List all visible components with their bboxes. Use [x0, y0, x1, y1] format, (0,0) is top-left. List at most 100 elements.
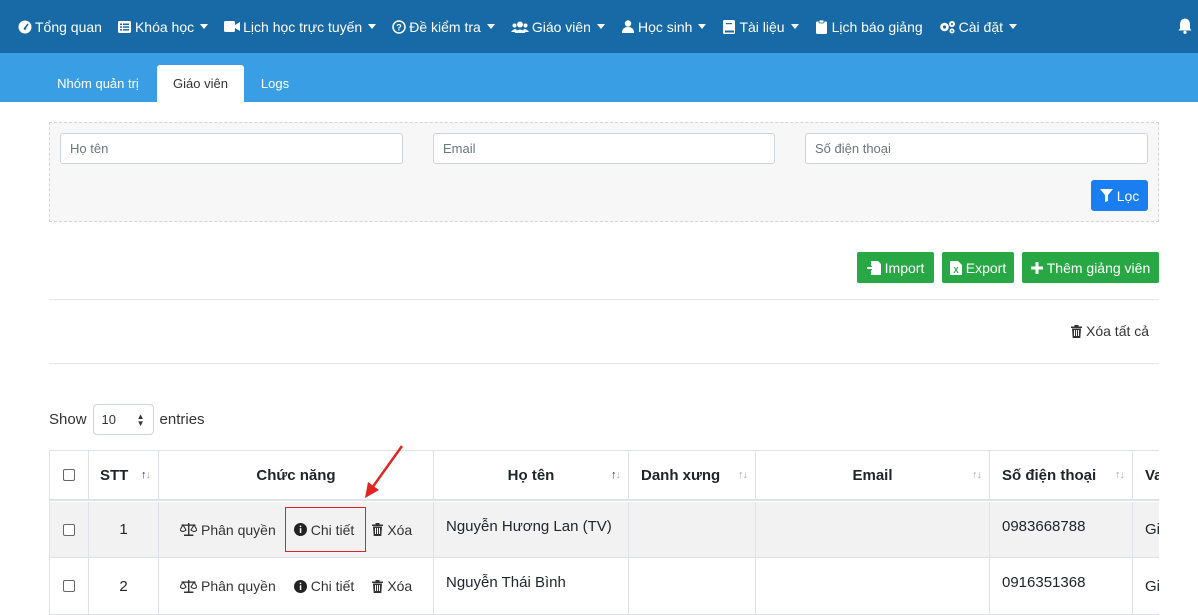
delete-label: Xóa [387, 578, 413, 594]
page-length-control: Show 10 ▲ ▼ entries [49, 404, 205, 435]
table-cell-title [629, 502, 756, 558]
page-length-value: 10 [101, 412, 116, 427]
table-cell-name: Nguyễn Hương Lan (TV) [434, 502, 629, 558]
permission-label: Phân quyền [201, 578, 276, 594]
table-cell-name: Nguyễn Thái Bình [434, 558, 629, 615]
dashboard-icon [18, 20, 32, 34]
nav-item-label: Tài liệu [739, 18, 785, 35]
sub-navbar: Nhóm quản trị Giáo viên Logs [0, 53, 1198, 102]
chevron-down-icon [486, 24, 495, 29]
nav-item-label: Lịch học trực tuyến [243, 18, 363, 35]
highlight-box [285, 507, 366, 552]
balance-scale-icon [180, 579, 197, 593]
phone-filter-input[interactable] [805, 133, 1148, 164]
table-cell-email [756, 502, 990, 558]
table-cell-phone: 0916351368 [990, 558, 1133, 615]
table-cell-stt: 2 [89, 558, 159, 615]
chevron-down-icon [200, 24, 209, 29]
column-header-phone[interactable]: Số điện thoại ↑↓ [990, 451, 1133, 501]
filter-button[interactable]: Lọc [1091, 180, 1148, 211]
column-header-name[interactable]: Họ tên ↑↓ [434, 451, 629, 501]
svg-text:X: X [953, 266, 959, 275]
chevron-down-icon [698, 24, 707, 29]
sort-icon: ↑↓ [141, 469, 151, 481]
email-filter-input[interactable] [433, 133, 775, 164]
page-length-select[interactable]: 10 ▲ ▼ [92, 404, 154, 435]
book-icon [722, 19, 736, 34]
add-teacher-button[interactable]: Thêm giảng viên [1022, 252, 1159, 283]
table-cell-extra: Gi [1133, 558, 1159, 615]
nav-item-teachers[interactable]: Giáo viên [510, 18, 605, 35]
table-cell-stt: 1 [89, 502, 159, 558]
nav-item-label: Lịch báo giảng [831, 18, 923, 35]
delete-button[interactable]: Xóa [372, 522, 412, 538]
nav-item-students[interactable]: Học sinh [621, 18, 707, 35]
row-select-cell [49, 558, 89, 615]
nav-item-label: Tổng quan [35, 18, 102, 35]
select-all-checkbox[interactable] [63, 469, 75, 481]
tab-teachers[interactable]: Giáo viên [157, 65, 244, 102]
plus-icon [1030, 261, 1043, 274]
tab-admin-group[interactable]: Nhóm quản trị [43, 65, 153, 102]
nav-item-lesson-schedule[interactable]: Lịch báo giảng [815, 19, 923, 35]
nav-item-label: Giáo viên [531, 18, 591, 35]
show-label: Show [49, 411, 87, 428]
delete-button[interactable]: Xóa [372, 578, 412, 594]
table-cell-extra: Gi [1133, 502, 1159, 558]
chevron-down-icon [596, 24, 605, 29]
column-header-extra[interactable]: Va [1133, 451, 1159, 501]
divider [49, 299, 1159, 300]
annotation-arrow-icon [365, 445, 404, 498]
list-icon [118, 20, 132, 34]
detail-label: Chi tiết [310, 578, 355, 594]
teachers-table: STT ↑↓ Chức năng Họ tên ↑↓ Danh xưng ↑↓ … [49, 450, 1159, 615]
name-filter-input[interactable] [60, 133, 403, 164]
nav-item-label: Học sinh [637, 18, 693, 35]
question-circle-icon: ? [392, 19, 406, 34]
bell-icon[interactable] [1178, 18, 1192, 34]
trash-icon [372, 579, 384, 593]
export-label: Export [965, 259, 1007, 276]
select-arrows-icon: ▲ ▼ [136, 411, 145, 428]
column-header-label: Họ tên [507, 466, 555, 484]
delete-all-button[interactable]: Xóa tất cả [1071, 323, 1149, 339]
chevron-down-icon [1009, 24, 1018, 29]
export-button[interactable]: X Export [942, 252, 1014, 283]
column-header-label: Email [852, 466, 893, 484]
sort-icon: ↑↓ [738, 469, 748, 481]
nav-item-documents[interactable]: Tài liệu [722, 18, 799, 35]
row-checkbox[interactable] [63, 580, 75, 592]
file-import-icon [866, 260, 881, 275]
tab-logs[interactable]: Logs [248, 65, 302, 102]
sort-icon: ↑↓ [972, 469, 982, 481]
chevron-down-icon [368, 24, 377, 29]
delete-all-label: Xóa tất cả [1086, 323, 1150, 339]
svg-text:?: ? [396, 22, 402, 32]
table-cell-phone: 0983668788 [990, 502, 1133, 558]
row-checkbox[interactable] [63, 523, 75, 536]
file-excel-icon: X [949, 260, 962, 275]
add-teacher-label: Thêm giảng viên [1046, 259, 1151, 276]
nav-item-online-schedule[interactable]: Lịch học trực tuyến [224, 18, 377, 35]
gears-icon [939, 20, 956, 34]
nav-item-tests[interactable]: ? Đề kiểm tra [392, 19, 495, 35]
trash-icon [372, 523, 384, 536]
nav-item-dashboard[interactable]: Tổng quan [18, 19, 102, 35]
users-icon [510, 20, 529, 34]
row-select-cell [49, 502, 89, 558]
nav-item-courses[interactable]: Khóa học [118, 19, 209, 35]
sort-icon: ↑↓ [1115, 469, 1125, 481]
column-header-label: Danh xưng [641, 466, 721, 484]
select-all-cell [49, 451, 89, 501]
table-cell-title [629, 558, 756, 615]
column-header-stt[interactable]: STT ↑↓ [89, 451, 159, 501]
permission-button[interactable]: Phân quyền [180, 578, 276, 594]
permission-label: Phân quyền [201, 521, 276, 538]
detail-button[interactable]: Chi tiết [293, 578, 355, 594]
import-button[interactable]: Import [857, 252, 934, 283]
column-header-email[interactable]: Email ↑↓ [756, 451, 990, 501]
nav-item-settings[interactable]: Cài đặt [939, 19, 1018, 35]
column-header-title[interactable]: Danh xưng ↑↓ [629, 451, 756, 501]
permission-button[interactable]: Phân quyền [180, 522, 276, 538]
balance-scale-icon [180, 523, 197, 536]
